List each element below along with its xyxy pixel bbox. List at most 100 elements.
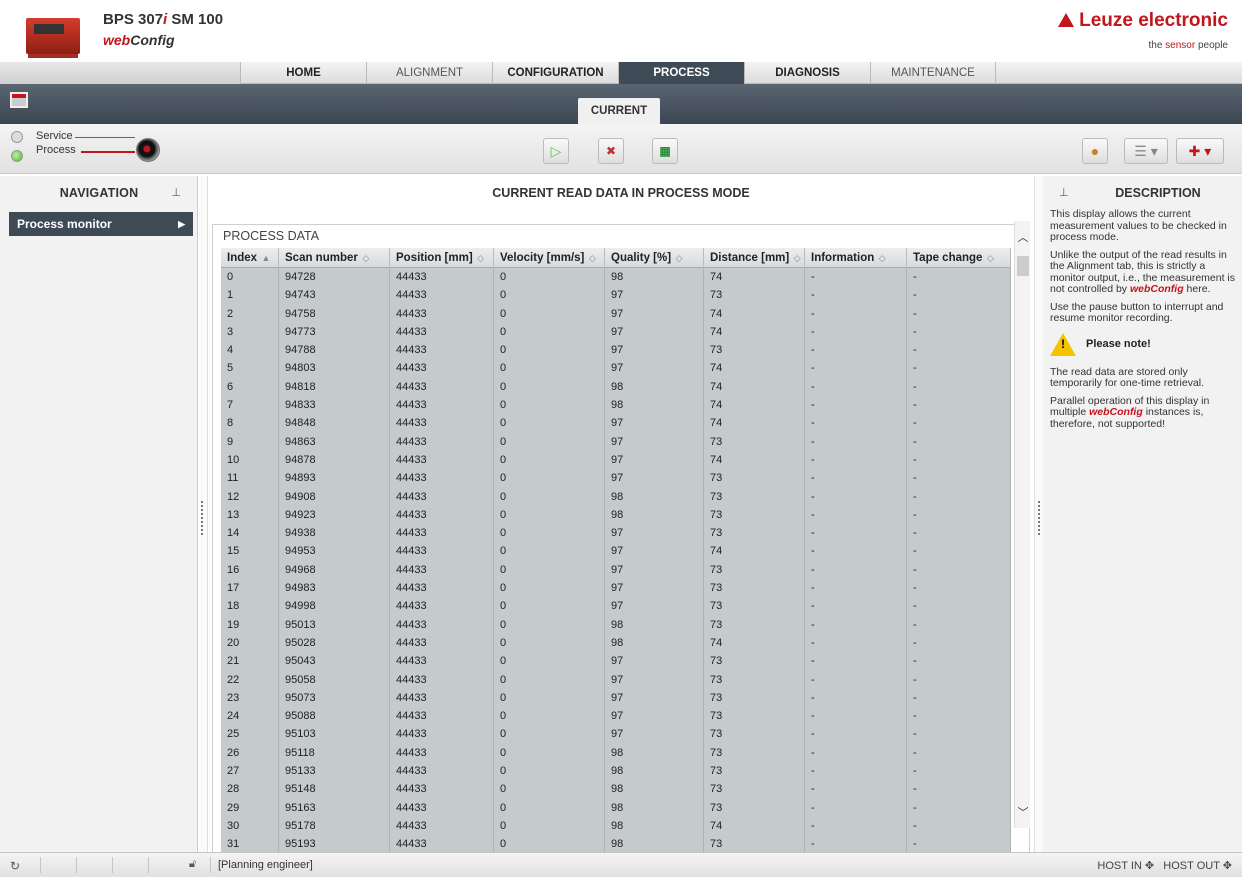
column-header[interactable]: Quality [%] ◇ bbox=[605, 248, 704, 268]
table-row[interactable]: 30 95178 44433 0 98 74- - bbox=[221, 816, 1011, 836]
table-row[interactable]: 1 94743 44433 0 97 73- - bbox=[221, 286, 1011, 305]
table-cell: 94803 bbox=[279, 359, 390, 378]
table-row[interactable]: 9 94863 44433 0 97 73- - bbox=[221, 432, 1011, 451]
column-header[interactable]: Velocity [mm/s] ◇ bbox=[494, 248, 605, 268]
table-row[interactable]: 18 94998 44433 0 97 73- - bbox=[221, 597, 1011, 616]
table-cell: 4 bbox=[221, 341, 279, 360]
table-scrollbar[interactable]: ︿ ﹀ bbox=[1014, 221, 1030, 828]
table-row[interactable]: 0 94728 44433 0 98 74- - bbox=[221, 268, 1011, 287]
table-row[interactable]: 12 94908 44433 0 98 73- - bbox=[221, 487, 1011, 506]
sort-icon[interactable]: ◇ bbox=[673, 253, 683, 263]
table-cell: 98 bbox=[605, 743, 704, 763]
sort-icon[interactable]: ◇ bbox=[984, 253, 994, 263]
table-row[interactable]: 25 95103 44433 0 97 73- - bbox=[221, 725, 1011, 744]
table-row[interactable]: 13 94923 44433 0 98 73- - bbox=[221, 505, 1011, 525]
table-row[interactable]: 10 94878 44433 0 97 74- - bbox=[221, 450, 1011, 470]
column-header[interactable]: Information ◇ bbox=[805, 248, 907, 268]
tab-process[interactable]: PROCESS bbox=[618, 62, 744, 84]
lock-icon[interactable]: 🔓︎ bbox=[189, 858, 196, 871]
column-header[interactable]: Index ▲ bbox=[221, 248, 279, 268]
sort-icon[interactable]: ◇ bbox=[586, 253, 596, 263]
view-dropdown-button[interactable]: ☰ ▾ bbox=[1124, 138, 1168, 164]
mode-switch[interactable] bbox=[136, 138, 160, 162]
user-button[interactable]: ● bbox=[1082, 138, 1108, 164]
table-row[interactable]: 23 95073 44433 0 97 73- - bbox=[221, 688, 1011, 708]
table-cell: - bbox=[907, 542, 1011, 561]
table-row[interactable]: 5 94803 44433 0 97 74- - bbox=[221, 359, 1011, 378]
table-cell: 73 bbox=[704, 670, 805, 689]
table-cell: 44433 bbox=[390, 835, 494, 854]
nav-item-process-monitor[interactable]: Process monitor ▶ bbox=[9, 212, 193, 236]
table-row[interactable]: 2 94758 44433 0 97 74- - bbox=[221, 304, 1011, 323]
sort-icon[interactable]: ◇ bbox=[876, 253, 886, 263]
table-row[interactable]: 15 94953 44433 0 97 74- - bbox=[221, 542, 1011, 561]
table-cell: 7 bbox=[221, 396, 279, 415]
tab-configuration[interactable]: CONFIGURATION bbox=[492, 62, 618, 84]
table-cell: 73 bbox=[704, 560, 805, 580]
table-cell: 97 bbox=[605, 450, 704, 470]
table-cell: 98 bbox=[605, 816, 704, 836]
table-row[interactable]: 20 95028 44433 0 98 74- - bbox=[221, 633, 1011, 653]
tab-diagnosis[interactable]: DIAGNOSIS bbox=[744, 62, 870, 84]
table-row[interactable]: 3 94773 44433 0 97 74- - bbox=[221, 322, 1011, 342]
process-data-title: PROCESS DATA bbox=[223, 229, 320, 243]
table-row[interactable]: 26 95118 44433 0 98 73- - bbox=[221, 743, 1011, 763]
play-button[interactable]: ▷ bbox=[543, 138, 569, 164]
table-cell: 98 bbox=[605, 615, 704, 634]
table-cell: - bbox=[907, 450, 1011, 470]
table-cell: 0 bbox=[494, 816, 605, 836]
sort-icon[interactable]: ◇ bbox=[791, 253, 801, 263]
right-splitter[interactable] bbox=[1034, 176, 1043, 852]
table-row[interactable]: 28 95148 44433 0 98 73- - bbox=[221, 780, 1011, 799]
table-row[interactable]: 7 94833 44433 0 98 74- - bbox=[221, 396, 1011, 415]
table-cell: 44433 bbox=[390, 670, 494, 689]
subtab-current[interactable]: CURRENT bbox=[578, 98, 660, 124]
column-header[interactable]: Tape change ◇ bbox=[907, 248, 1011, 268]
table-row[interactable]: 19 95013 44433 0 98 73- - bbox=[221, 615, 1011, 634]
table-row[interactable]: 6 94818 44433 0 98 74- - bbox=[221, 377, 1011, 397]
clear-button[interactable]: ✖ bbox=[598, 138, 624, 164]
table-cell: - bbox=[907, 432, 1011, 451]
column-header[interactable]: Position [mm] ◇ bbox=[390, 248, 494, 268]
table-row[interactable]: 4 94788 44433 0 97 73- - bbox=[221, 341, 1011, 360]
table-row[interactable]: 29 95163 44433 0 98 73- - bbox=[221, 798, 1011, 817]
table-cell: 73 bbox=[704, 469, 805, 488]
left-splitter[interactable] bbox=[199, 176, 208, 852]
table-row[interactable]: 14 94938 44433 0 97 73- - bbox=[221, 524, 1011, 543]
device-image bbox=[22, 12, 82, 58]
table-cell: 95133 bbox=[279, 762, 390, 781]
chevron-up-icon[interactable]: ︿ bbox=[1015, 229, 1031, 245]
table-cell: 44433 bbox=[390, 377, 494, 397]
language-dropdown-button[interactable]: ✚ ▾ bbox=[1176, 138, 1224, 164]
table-cell: - bbox=[907, 341, 1011, 360]
refresh-icon[interactable]: ↻ bbox=[10, 859, 20, 873]
pin-icon[interactable]: ⊥ bbox=[171, 186, 181, 199]
tab-alignment[interactable]: ALIGNMENT bbox=[366, 62, 492, 84]
column-header[interactable]: Scan number ◇ bbox=[279, 248, 390, 268]
table-cell: - bbox=[805, 688, 907, 708]
table-row[interactable]: 11 94893 44433 0 97 73- - bbox=[221, 469, 1011, 488]
scrollbar-thumb[interactable] bbox=[1017, 256, 1029, 276]
sort-icon[interactable]: ▲ bbox=[259, 253, 271, 263]
table-row[interactable]: 27 95133 44433 0 98 73- - bbox=[221, 762, 1011, 781]
table-row[interactable]: 16 94968 44433 0 97 73- - bbox=[221, 560, 1011, 580]
table-cell: 73 bbox=[704, 652, 805, 671]
table-cell: - bbox=[805, 633, 907, 653]
table-cell: 97 bbox=[605, 469, 704, 488]
user-role: [Planning engineer] bbox=[218, 859, 313, 871]
table-cell: - bbox=[805, 597, 907, 616]
sort-icon[interactable]: ◇ bbox=[360, 253, 369, 263]
tab-maintenance[interactable]: MAINTENANCE bbox=[870, 62, 996, 84]
column-header[interactable]: Distance [mm] ◇ bbox=[704, 248, 805, 268]
table-row[interactable]: 21 95043 44433 0 97 73- - bbox=[221, 652, 1011, 671]
export-excel-button[interactable]: ▦ bbox=[652, 138, 678, 164]
table-row[interactable]: 22 95058 44433 0 97 73- - bbox=[221, 670, 1011, 689]
table-row[interactable]: 31 95193 44433 0 98 73- - bbox=[221, 835, 1011, 854]
sort-icon[interactable]: ◇ bbox=[475, 253, 484, 263]
table-row[interactable]: 24 95088 44433 0 97 73- - bbox=[221, 707, 1011, 726]
table-row[interactable]: 17 94983 44433 0 97 73- - bbox=[221, 579, 1011, 598]
table-cell: 0 bbox=[494, 597, 605, 616]
chevron-down-icon[interactable]: ﹀ bbox=[1015, 804, 1031, 820]
tab-home[interactable]: HOME bbox=[240, 62, 366, 84]
table-row[interactable]: 8 94848 44433 0 97 74- - bbox=[221, 414, 1011, 433]
